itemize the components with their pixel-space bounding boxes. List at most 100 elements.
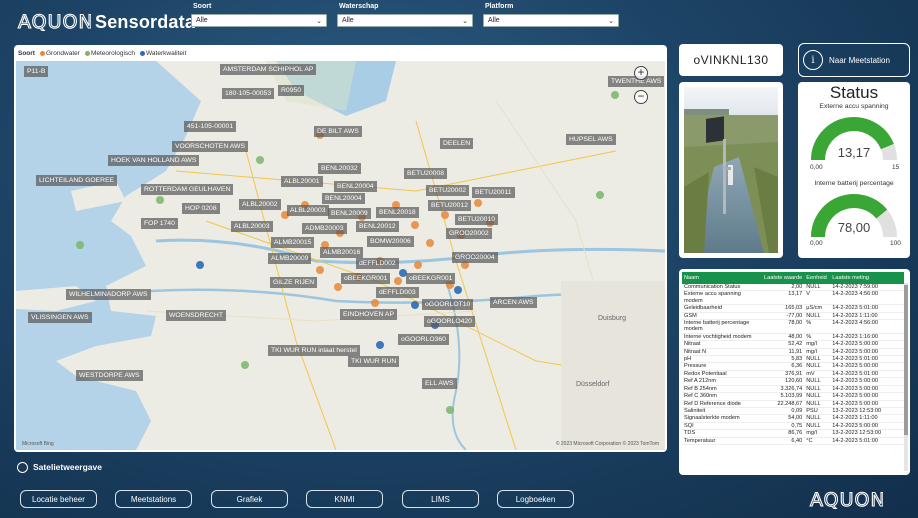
map-label[interactable]: GROO20004 <box>452 252 498 263</box>
legend-item-grondwater[interactable]: Grondwater <box>39 50 80 57</box>
map-label[interactable]: BENL20009 <box>328 208 371 219</box>
map-pin[interactable] <box>394 277 402 285</box>
map-label[interactable]: BETU20008 <box>404 168 448 179</box>
zoom-out-button[interactable]: − <box>634 90 648 104</box>
map-label[interactable]: ALMB20015 <box>271 237 315 248</box>
table-row[interactable]: Redox Potentiaal 376,91 mV 14-2-2023 5:01:0… <box>682 370 904 379</box>
map-pin[interactable] <box>371 299 379 307</box>
map-label[interactable]: oBEEKGR001 <box>341 273 391 284</box>
map-label[interactable]: GILZE RIJEN <box>270 277 318 288</box>
table-row[interactable]: Geleidbaarheid 165,03 µS/cm 14-2-2023 5:01:… <box>682 304 904 313</box>
map-label[interactable]: ADMB20003 <box>302 223 347 234</box>
naar-meetstation-button[interactable]: i Naar Meetstation <box>798 43 910 77</box>
map-label[interactable]: BENL20018 <box>376 207 419 218</box>
nav-knmi-button[interactable]: KNMI <box>306 490 383 508</box>
map-label[interactable]: dEFFLD002 <box>356 258 399 269</box>
column-header-laatste-waarde[interactable]: Laatste waarde <box>762 272 804 284</box>
map-pin[interactable] <box>334 283 342 291</box>
map-label[interactable]: 451-105-00001 <box>184 121 237 132</box>
map-label[interactable]: LICHTEILAND GOEREE <box>36 175 118 186</box>
map-label[interactable]: BENL20032 <box>318 163 361 174</box>
map-label[interactable]: GROO20002 <box>446 228 492 239</box>
table-row[interactable]: Ref B 254nm 3.326,74 NULL 14-2-2023 5:00:00 <box>682 385 904 394</box>
table-row[interactable]: SQI 0,75 NULL 14-2-2023 5:00:00 <box>682 422 904 431</box>
map-label[interactable]: oGOORLOT10 <box>422 299 474 310</box>
filter-select-soort[interactable]: Alle ⌄ <box>191 14 327 27</box>
map-label[interactable]: BETU20002 <box>426 185 470 196</box>
table-row[interactable]: Temperatuur 6,40 °C 14-2-2023 5:01:00 <box>682 437 904 445</box>
filter-select-waterschap[interactable]: Alle ⌄ <box>337 14 473 27</box>
table-row[interactable]: Saliniteit 0,09 PSU 13-2-2023 12:53:00 <box>682 407 904 416</box>
map-label[interactable]: VOORSCHOTEN AWS <box>172 141 248 152</box>
table-row[interactable]: Interne vochtigheid modem 48,00% 14-2-2023… <box>682 333 904 342</box>
satellite-toggle[interactable] <box>17 462 28 473</box>
map-pin[interactable] <box>611 91 619 99</box>
map-label[interactable]: VLISSINGEN AWS <box>28 312 92 323</box>
table-scrollbar[interactable] <box>904 283 908 471</box>
map-label[interactable]: ARCEN AWS <box>490 297 537 308</box>
map-pin[interactable] <box>256 156 264 164</box>
map-pin[interactable] <box>316 266 324 274</box>
map-label[interactable]: WESTDORPE AWS <box>76 370 143 381</box>
map-label[interactable]: WOENSDRECHT <box>166 310 226 321</box>
column-header-laatste-meting[interactable]: Laatste meting <box>830 272 904 284</box>
map-label[interactable]: DE BILT AWS <box>314 126 362 137</box>
map-pin[interactable] <box>596 191 604 199</box>
map-label[interactable]: HOEK VAN HOLLAND AWS <box>108 155 200 166</box>
map-label[interactable]: BENL20004 <box>322 193 365 204</box>
map-pin[interactable] <box>454 286 462 294</box>
map-label[interactable]: FOP 1740 <box>141 218 178 229</box>
table-row[interactable]: Signaalsterkte modem 54,00 NULL 14-2-2023 1… <box>682 414 904 423</box>
nav-grafiek-button[interactable]: Grafiek <box>211 490 288 508</box>
map-pin[interactable] <box>474 199 482 207</box>
map-label[interactable]: oGOORLO420 <box>424 316 475 327</box>
table-row[interactable]: Ref C 360nm 5.103,99 NULL 14-2-2023 5:00:00 <box>682 392 904 401</box>
map-pin[interactable] <box>426 239 434 247</box>
map-label[interactable]: HOP 0208 <box>182 203 220 214</box>
map-label[interactable]: ALMB20016 <box>320 247 364 258</box>
map-label[interactable]: EINDHOVEN AP <box>340 309 397 320</box>
map-pin[interactable] <box>156 196 164 204</box>
map-pin[interactable] <box>76 241 84 249</box>
map-pin[interactable] <box>446 406 454 414</box>
table-row[interactable]: Pressure 6,36 NULL 14-2-2023 5:00:00 <box>682 362 904 371</box>
map-label[interactable]: R0950 <box>278 85 305 96</box>
map-label[interactable]: BETU20010 <box>455 214 499 225</box>
map-pin[interactable] <box>411 221 419 229</box>
column-header-naam[interactable]: Naam <box>682 272 762 284</box>
table-row[interactable]: Externe accu spanning modem 13,17 V 14-2-20… <box>682 290 904 306</box>
table-row[interactable]: Interne batterij percentage modem 78,00% 1… <box>682 319 904 334</box>
column-header-eenheid[interactable]: Eenheid <box>804 272 830 284</box>
map-label[interactable]: WILHELMINADORP AWS <box>66 289 151 300</box>
map-label[interactable]: ROTTERDAM GEULHAVEN <box>141 184 234 195</box>
table-row[interactable]: Nitraat N 11,91 mg/l 14-2-2023 5:00:00 <box>682 348 904 357</box>
map-label[interactable]: ALBL20002 <box>239 199 281 210</box>
map-label[interactable]: HUPSEL AWS <box>566 134 616 145</box>
map-label[interactable]: ALBL20001 <box>281 176 323 187</box>
zoom-in-button[interactable]: + <box>634 66 648 80</box>
scrollbar-thumb[interactable] <box>904 285 908 435</box>
map-label[interactable]: TKI WUR RUN inlaat herstel <box>268 345 360 356</box>
map-label[interactable]: DEELEN <box>440 138 474 149</box>
filter-select-platform[interactable]: Alle ⌄ <box>483 14 619 27</box>
legend-item-waterkwaliteit[interactable]: Waterkwaliteit <box>140 50 186 57</box>
nav-meetstations-button[interactable]: Meetstations <box>115 490 192 508</box>
map-pin[interactable] <box>376 341 384 349</box>
map-canvas[interactable]: P11-B AMSTERDAM SCHIPHOL AP 180-105-0005… <box>16 61 665 450</box>
table-row[interactable]: Ref D Reference diode 22.248,67 NULL 14-2-2… <box>682 400 904 408</box>
map-label[interactable]: 180-105-00053 <box>222 88 275 99</box>
table-row[interactable]: pH 5,83 NULL 14-2-2023 5:01:00 <box>682 355 904 364</box>
map-pin[interactable] <box>414 261 422 269</box>
map-pin[interactable] <box>411 301 419 309</box>
table-row[interactable]: GSM -77,00 NULL 14-2-2023 1:11:00 <box>682 312 904 321</box>
map-label[interactable]: oBEEKGR001 <box>406 273 456 284</box>
map-label[interactable]: ALBL20003 <box>287 205 329 216</box>
map-label[interactable]: ALMB20009 <box>268 253 312 264</box>
map-label[interactable]: BENL20004 <box>334 181 377 192</box>
map-label[interactable]: BOMW20006 <box>367 236 414 247</box>
table-row[interactable]: TDS 86,76 mg/l 13-2-2023 12:53:00 <box>682 429 904 438</box>
map-label[interactable]: oGOORLO360 <box>398 334 449 345</box>
map-pin[interactable] <box>241 361 249 369</box>
map-label[interactable]: BETU20011 <box>472 187 515 198</box>
map-label[interactable]: ALBL20003 <box>231 221 273 232</box>
